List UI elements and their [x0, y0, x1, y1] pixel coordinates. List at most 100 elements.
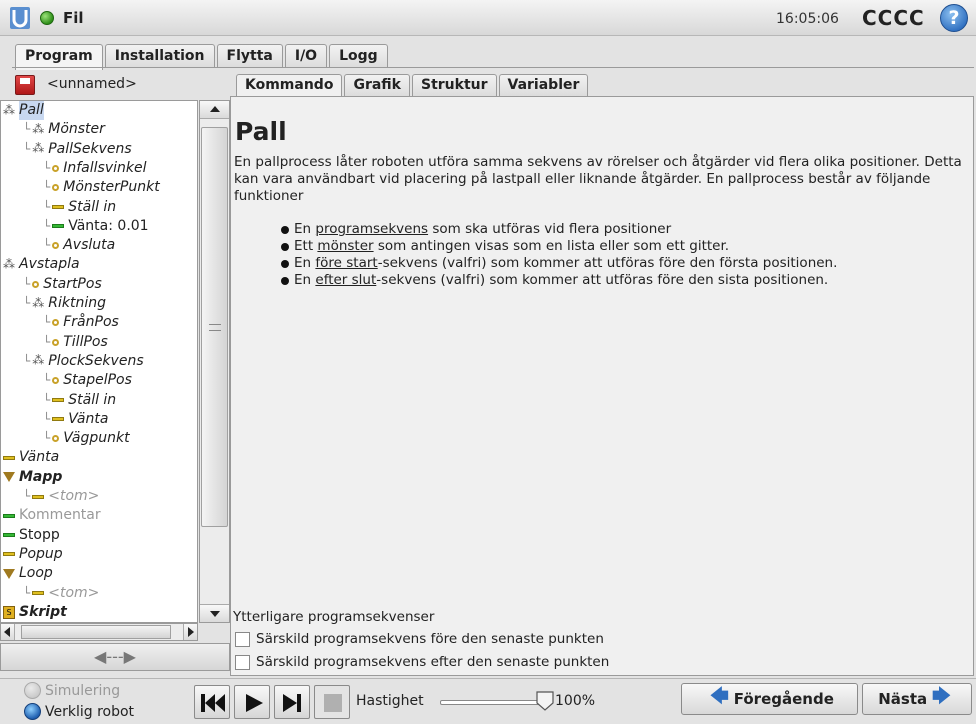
scroll-thumb-horizontal[interactable] [21, 625, 171, 639]
tree-node[interactable]: └ Ställ in [43, 391, 116, 410]
waypoint-icon [52, 184, 60, 192]
scroll-up-icon[interactable] [200, 101, 229, 119]
play-button[interactable] [234, 685, 270, 719]
tree-node-label: Vänta [68, 410, 109, 427]
tree-connector: └ [43, 334, 51, 349]
tab-log[interactable]: Logg [329, 44, 388, 68]
program-header: <unnamed> [12, 72, 230, 98]
tab-command[interactable]: Kommando [236, 74, 343, 96]
tab-move[interactable]: Flytta [216, 44, 283, 68]
tree-node-label: Popup [19, 545, 63, 562]
check-after-row[interactable]: Särskild programsekvens efter den senast… [235, 653, 609, 671]
stop-button[interactable] [314, 685, 350, 719]
tree-connector: └ [23, 353, 31, 368]
tree-node[interactable]: └ StartPos [23, 275, 102, 294]
tab-installation[interactable]: Installation [104, 44, 215, 68]
tree-node[interactable]: Pall [3, 101, 44, 120]
tree-node[interactable]: └ Vänta [43, 410, 108, 429]
tree-connector: └ [43, 431, 51, 446]
wait-icon [32, 494, 45, 499]
link-before-start[interactable]: före start [315, 255, 377, 271]
tree-node[interactable]: S Skript [3, 603, 67, 622]
tree-node-label: TillPos [63, 333, 108, 350]
tree-node[interactable]: Mapp [3, 468, 62, 487]
checkbox-before-last[interactable] [235, 631, 250, 647]
tree-node[interactable]: └ Vägpunkt [43, 429, 130, 448]
radio-off-icon[interactable] [24, 682, 41, 699]
tree-node[interactable]: Popup [3, 545, 63, 564]
speed-slider[interactable] [440, 700, 550, 705]
tree-node[interactable]: └ StapelPos [43, 371, 132, 390]
tab-io[interactable]: I/O [284, 44, 328, 68]
list-item: En programsekvens som ska utföras vid fl… [281, 221, 837, 238]
tree-node[interactable]: └ TillPos [43, 333, 108, 352]
tree-node[interactable]: Stopp [3, 526, 60, 545]
list-item: En före start-sekvens (valfri) som komme… [281, 255, 837, 272]
help-icon[interactable]: ? [940, 4, 968, 32]
tree-vertical-scrollbar[interactable] [199, 100, 230, 623]
next-label: Nästa [878, 690, 928, 708]
tree-connector: └ [23, 141, 31, 156]
tree-horizontal-scrollbar[interactable] [0, 623, 198, 641]
link-after-end[interactable]: efter slut [315, 272, 376, 288]
tab-structure[interactable]: Struktur [411, 74, 497, 96]
tree-node[interactable]: └ Avsluta [43, 236, 115, 255]
slider-handle-icon[interactable] [536, 691, 554, 711]
tab-graphics[interactable]: Grafik [344, 74, 410, 96]
program-name: <unnamed> [47, 76, 137, 92]
tree-node-label: Kommentar [19, 507, 101, 524]
tree-node[interactable]: └ PallSekvens [23, 140, 132, 159]
feature-list: En programsekvens som ska utföras vid fl… [281, 221, 837, 289]
tree-node[interactable]: └ Riktning [23, 294, 106, 313]
real-robot-radio[interactable]: Verklig robot [24, 703, 134, 720]
tree-node[interactable]: └ Vänta: 0.01 [43, 217, 149, 236]
scroll-right-icon[interactable] [183, 624, 197, 640]
save-icon[interactable] [15, 75, 35, 95]
tree-connector: └ [23, 296, 31, 310]
next-button[interactable]: Nästa 🡆 [862, 683, 972, 715]
tree-node[interactable]: └ Infallsvinkel [43, 159, 146, 178]
radio-on-icon[interactable] [24, 703, 41, 720]
tree-node[interactable]: └ MönsterPunkt [43, 178, 160, 197]
tree-node-label: Ställ in [68, 391, 117, 408]
check-before-row[interactable]: Särskild programsekvens före den senaste… [235, 630, 604, 648]
tree-node[interactable]: └ FrånPos [43, 313, 119, 332]
tree-connector: └ [23, 122, 31, 137]
simulation-radio[interactable]: Simulering [24, 682, 120, 699]
tree-node[interactable]: └ <tom> [23, 487, 99, 506]
tree-node[interactable]: Kommentar [3, 506, 101, 525]
skip-back-button[interactable] [194, 685, 230, 719]
speed-value: 100% [555, 693, 596, 709]
tab-variables[interactable]: Variabler [498, 74, 589, 96]
tree-node-label: Riktning [48, 295, 106, 311]
tree-node[interactable]: └ Mönster [23, 120, 105, 139]
checkbox-after-last[interactable] [235, 654, 250, 670]
tree-node-label: Avstapla [19, 256, 80, 273]
tree-node-label: PallSekvens [48, 140, 132, 157]
previous-button[interactable]: 🡄 Föregående [681, 683, 858, 715]
tree-node-label: Pall [19, 101, 44, 120]
list-item: En efter slut-sekvens (valfri) som komme… [281, 272, 837, 289]
tree-node-label: Skript [19, 603, 67, 620]
scroll-down-icon[interactable] [200, 604, 229, 622]
move-node-button[interactable]: ◀---▶ [0, 643, 230, 671]
step-forward-button[interactable] [274, 685, 310, 719]
tree-node[interactable]: Loop [3, 564, 53, 583]
link-pattern[interactable]: mönster [317, 238, 373, 254]
tree-connector: └ [23, 585, 31, 600]
file-menu[interactable]: Fil [63, 9, 84, 27]
tree-node[interactable]: └ <tom> [23, 584, 99, 603]
scroll-left-icon[interactable] [1, 624, 15, 640]
tree-connector: └ [23, 489, 31, 503]
scroll-thumb[interactable] [201, 127, 228, 527]
tree-node[interactable]: Avstapla [3, 255, 80, 274]
link-program-sequence[interactable]: programsekvens [315, 221, 428, 237]
tree-node-label: StartPos [43, 275, 102, 292]
tree-node[interactable]: └ PlockSekvens [23, 352, 144, 371]
tree-node[interactable]: Vänta [3, 448, 59, 467]
tree-connector: └ [43, 218, 51, 233]
program-tree[interactable]: Pall └ Mönster └ PallSekvens └ Infallsvinkel └ M… [0, 100, 198, 623]
folder-icon [32, 355, 44, 366]
tree-connector: └ [43, 199, 51, 214]
tree-node[interactable]: └ Ställ in [43, 198, 116, 217]
